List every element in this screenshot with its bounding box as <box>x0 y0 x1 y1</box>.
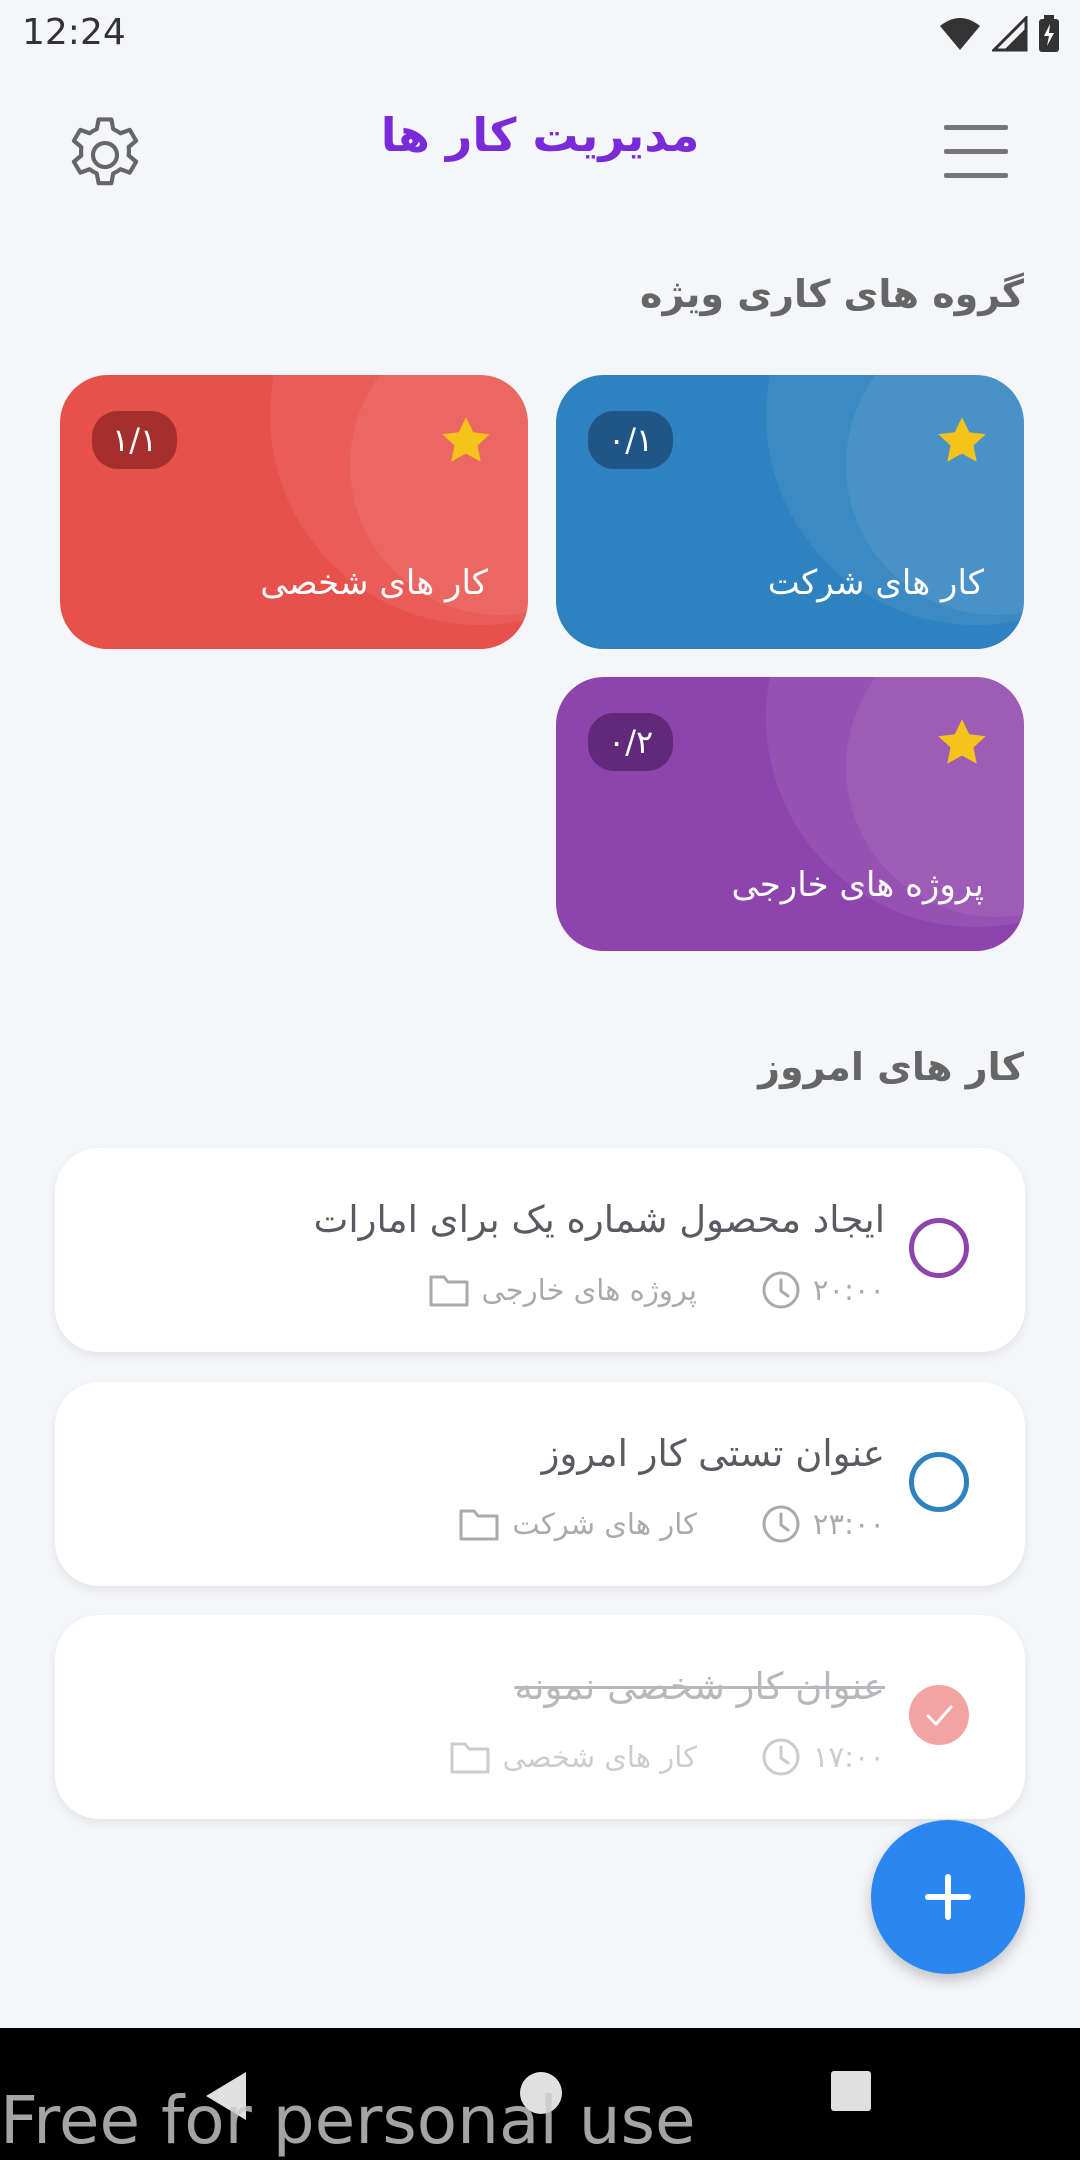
group-card-personal[interactable]: ۱/۱ کار های شخصی <box>60 375 528 649</box>
folder-icon <box>459 1509 499 1541</box>
task-group: کار های شرکت <box>512 1507 697 1541</box>
star-icon <box>938 719 986 764</box>
groups-section-title: گروه های کاری ویژه <box>640 272 1024 316</box>
wifi-icon <box>940 18 980 50</box>
menu-button[interactable] <box>930 115 1022 187</box>
status-bar: 12:24 <box>0 0 1080 66</box>
task-meta: کار های شخصی ۱۷:۰۰ <box>449 1735 885 1779</box>
clock-icon <box>762 1271 800 1309</box>
group-card-name: کار های شخصی <box>260 563 488 603</box>
today-section-title: کار های امروز <box>758 1045 1024 1089</box>
hamburger-menu-icon <box>944 125 1008 178</box>
status-time: 12:24 <box>22 12 126 53</box>
clock-icon <box>762 1738 800 1776</box>
task-card[interactable]: ایجاد محصول شماره یک برای امارات پروژه ه… <box>55 1148 1025 1352</box>
task-meta: کار های شرکت ۲۳:۰۰ <box>458 1502 885 1546</box>
group-count-badge: ۰/۱ <box>588 411 674 469</box>
task-checkbox[interactable] <box>909 1452 969 1512</box>
app-title: مدیریت کار ها <box>380 108 700 162</box>
task-group: پروژه های خارجی <box>481 1273 697 1307</box>
plus-icon <box>925 1874 971 1920</box>
group-card-name: پروژه های خارجی <box>731 865 984 905</box>
task-meta: پروژه های خارجی ۲۰:۰۰ <box>428 1268 885 1312</box>
task-group: کار های شخصی <box>502 1740 697 1774</box>
watermark: Free for personal use <box>0 2082 696 2159</box>
app-bar: مدیریت کار ها <box>0 90 1080 200</box>
add-task-button[interactable] <box>871 1820 1025 1974</box>
task-checkbox-checked[interactable] <box>909 1685 969 1745</box>
check-icon <box>926 1705 953 1726</box>
group-card-company[interactable]: ۰/۱ کار های شرکت <box>556 375 1024 649</box>
star-icon <box>938 417 986 462</box>
task-card[interactable]: عنوان کار شخصی نمونه کار های شخصی ۱۷:۰۰ <box>55 1615 1025 1819</box>
app-screen: 12:24 مدیریت کار ها گروه های کاری ویژه ۰… <box>0 0 1080 2160</box>
star-icon <box>442 417 490 462</box>
task-card[interactable]: عنوان تستی کار امروز کار های شرکت ۲۳:۰۰ <box>55 1382 1025 1586</box>
settings-button[interactable] <box>60 110 150 200</box>
task-time: ۲۰:۰۰ <box>812 1273 885 1307</box>
status-icons <box>938 14 1060 54</box>
task-title: ایجاد محصول شماره یک برای امارات <box>313 1198 885 1241</box>
folder-icon <box>429 1275 469 1307</box>
folder-icon <box>450 1742 490 1774</box>
group-card-name: کار های شرکت <box>767 563 984 603</box>
task-title: عنوان تستی کار امروز <box>541 1432 885 1475</box>
task-title: عنوان کار شخصی نمونه <box>514 1665 885 1708</box>
clock-icon <box>762 1505 800 1543</box>
group-count-badge: ۱/۱ <box>92 411 178 469</box>
group-count-badge: ۰/۲ <box>588 713 674 771</box>
recents-icon[interactable] <box>828 2068 874 2114</box>
battery-icon <box>1039 15 1059 52</box>
task-time: ۲۳:۰۰ <box>812 1507 885 1541</box>
task-time: ۱۷:۰۰ <box>812 1740 885 1774</box>
gear-icon <box>71 117 139 186</box>
signal-icon <box>992 16 1028 52</box>
task-checkbox[interactable] <box>909 1218 969 1278</box>
group-card-foreign-projects[interactable]: ۰/۲ پروژه های خارجی <box>556 677 1024 951</box>
